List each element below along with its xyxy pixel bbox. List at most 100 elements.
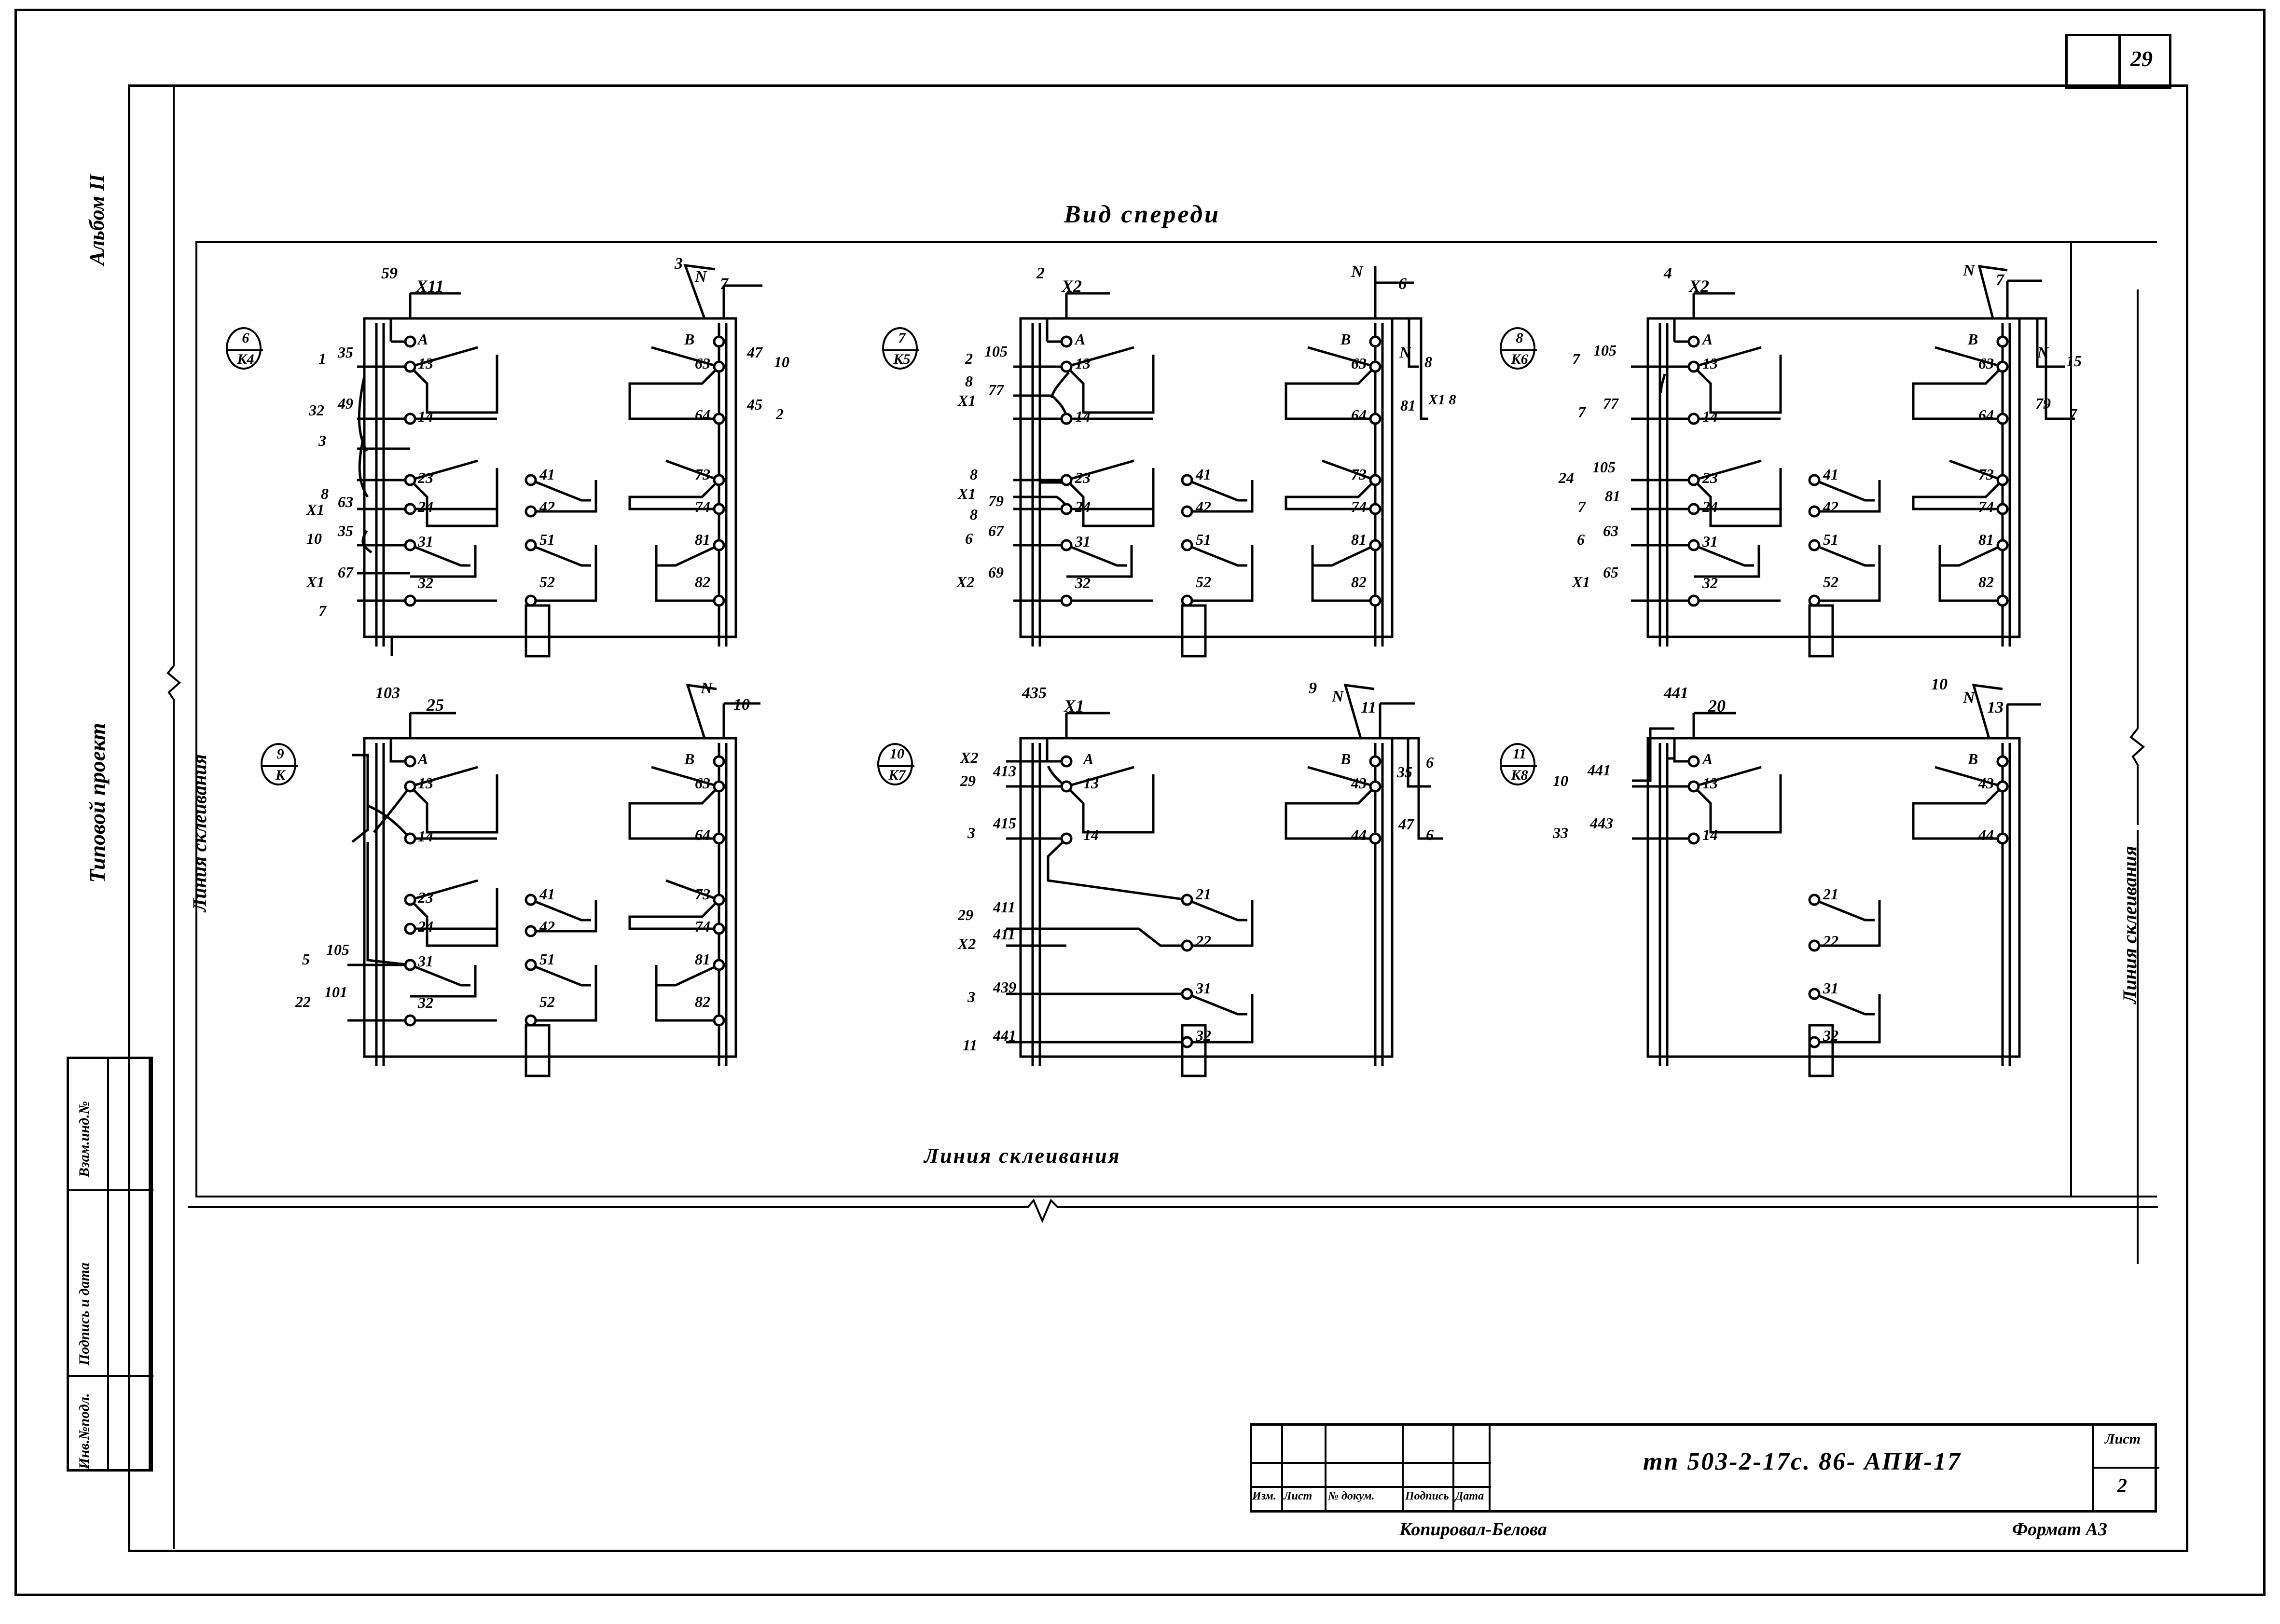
b6-wire-32: 67 <box>338 564 353 581</box>
b8-pin-74: 74 <box>1978 498 1994 515</box>
b10-node-44: 6 <box>1426 826 1434 843</box>
b8-top-right-phase: N <box>1963 261 1975 279</box>
b6-wire-14: 49 <box>338 395 353 412</box>
copied-by: Копировал-Белова <box>1399 1519 1547 1540</box>
tb-sheet-row <box>2092 1467 2159 1469</box>
tb-header-izm: Изм. <box>1252 1490 1276 1502</box>
b10-wire-32: 441 <box>993 1027 1016 1044</box>
b6-pin-81: 81 <box>695 531 710 548</box>
b8-pin-63: 63 <box>1978 355 1994 372</box>
marker-top-b11: 11 <box>1512 746 1527 762</box>
b10-wire-13: 413 <box>993 762 1016 780</box>
b8-node-23: 24 <box>1559 469 1574 486</box>
b6-node-31: 10 <box>306 530 322 547</box>
b6-pin-73: 73 <box>695 466 710 483</box>
b9-top-left-term: 25 <box>427 695 444 715</box>
b11-pin-B: B <box>1968 750 1978 768</box>
b6-top-right-wire: 3 <box>675 255 683 273</box>
b8-wire-31: 63 <box>1603 522 1618 539</box>
b7-wire-79: 79 <box>988 492 1004 509</box>
b10-wire-22: 411 <box>993 925 1016 943</box>
b7-mid-42: 42 <box>1196 498 1211 515</box>
album-label: Альбом II <box>85 174 109 265</box>
b8-pin-31: 31 <box>1702 533 1718 550</box>
tb-col-5 <box>1489 1423 1491 1513</box>
b8-mid-42: 42 <box>1823 498 1838 515</box>
page-number: 29 <box>2130 46 2153 71</box>
b11-pin-13: 13 <box>1702 774 1718 792</box>
b8-node-64: 7 <box>2069 405 2077 423</box>
b9-pin-14: 14 <box>418 827 433 845</box>
b7-pin-23: 23 <box>1075 469 1091 486</box>
stamp-row-1: Подпись и дата <box>76 1262 92 1365</box>
b6-top-right-phase: N <box>695 268 707 286</box>
b8-pin-64: 64 <box>1978 406 1994 424</box>
b8-pin-B: B <box>1968 330 1978 348</box>
b9-pin-81: 81 <box>695 950 710 968</box>
b6-pin-74: 74 <box>695 498 710 515</box>
b7-node-79: X1 <box>958 485 976 502</box>
page-box-rule2 <box>2065 34 2068 89</box>
b8-wire-64: 79 <box>2035 395 2051 412</box>
sheet-value: 2 <box>2117 1474 2127 1496</box>
b7-pin-82: 82 <box>1351 573 1367 591</box>
b8-pin-73: 73 <box>1978 466 1994 483</box>
marker-bottom-b11: К8 <box>1511 767 1528 783</box>
b9-pin-31: 31 <box>418 952 433 970</box>
b10-node-21: 29 <box>958 906 973 923</box>
b10-node-31: 3 <box>967 988 975 1005</box>
b6-pin-64: 64 <box>695 406 710 424</box>
b6-pin-B: B <box>684 330 695 348</box>
b6-top-left-wire: 59 <box>381 264 398 282</box>
b9-wire-31: 105 <box>326 941 349 958</box>
b6-pin-24: 24 <box>418 498 433 515</box>
b6-pin-63: 63 <box>695 355 710 372</box>
b7-node-14: X1 <box>958 392 976 409</box>
stamp-divider-h2 <box>67 1375 153 1377</box>
block-marker-b11: 11 К8 <box>1500 743 1537 785</box>
b7-pin-B: B <box>1340 330 1351 348</box>
sheet-border-bottom <box>14 1594 2266 1596</box>
b8-mid-51: 51 <box>1823 531 1838 548</box>
marker-top-b8: 8 <box>1516 330 1523 346</box>
b7-pin-31: 31 <box>1075 533 1091 550</box>
marker-bottom-b8: К6 <box>1511 351 1528 367</box>
b7-top-left-term: X2 <box>1062 276 1082 296</box>
b11-node-13: 10 <box>1553 772 1568 789</box>
b6-node-13: 1 <box>318 350 326 367</box>
b8-wire-32: 65 <box>1603 564 1618 581</box>
b9-pin-74: 74 <box>695 918 710 935</box>
b10-top-left-wire: 435 <box>1022 684 1047 702</box>
b7-pin-13: 13 <box>1075 355 1091 372</box>
b8-wire-13: 105 <box>1593 342 1617 359</box>
b10-wire-21: 411 <box>993 898 1016 916</box>
b11-top-left-wire: 441 <box>1664 684 1688 702</box>
b11-pin-14: 14 <box>1702 826 1718 843</box>
block-marker-b8: 8 К6 <box>1500 327 1537 370</box>
b7-top-left-wire: 2 <box>1036 264 1045 282</box>
b9-pin-B: B <box>684 750 695 768</box>
b11-mid-32: 32 <box>1823 1027 1838 1044</box>
glue-line-left-lower <box>173 748 175 1549</box>
b10-pin-13: 13 <box>1083 774 1099 792</box>
b6-mid-51: 51 <box>539 531 555 548</box>
b10-wire-43: 35 <box>1397 763 1412 781</box>
b10-node-13: 29 <box>960 772 976 789</box>
inner-frame-top <box>128 84 2188 87</box>
tb-row-2 <box>1250 1486 1491 1488</box>
stamp-divider-v <box>107 1057 109 1472</box>
schematic-b10 <box>1006 684 1443 1077</box>
tb-col-2 <box>1325 1423 1327 1513</box>
page-box-rule <box>2065 34 2121 36</box>
b9-node-31: 5 <box>302 950 310 968</box>
b6-pin-82: 82 <box>695 573 710 591</box>
glue-line-left-label: Линия склеивания <box>189 754 210 912</box>
stamp-divider-h1 <box>67 1189 153 1191</box>
b9-wire-32: 101 <box>324 983 347 1001</box>
b8-node-32: X1 <box>1572 573 1590 591</box>
b6-pin-14: 14 <box>418 408 433 425</box>
b10-mid-22: 22 <box>1196 932 1211 950</box>
tb-header-sign: Подпись <box>1405 1490 1449 1502</box>
b8-wire-24: 81 <box>1605 487 1620 505</box>
marker-bottom-b6: К4 <box>237 351 254 367</box>
